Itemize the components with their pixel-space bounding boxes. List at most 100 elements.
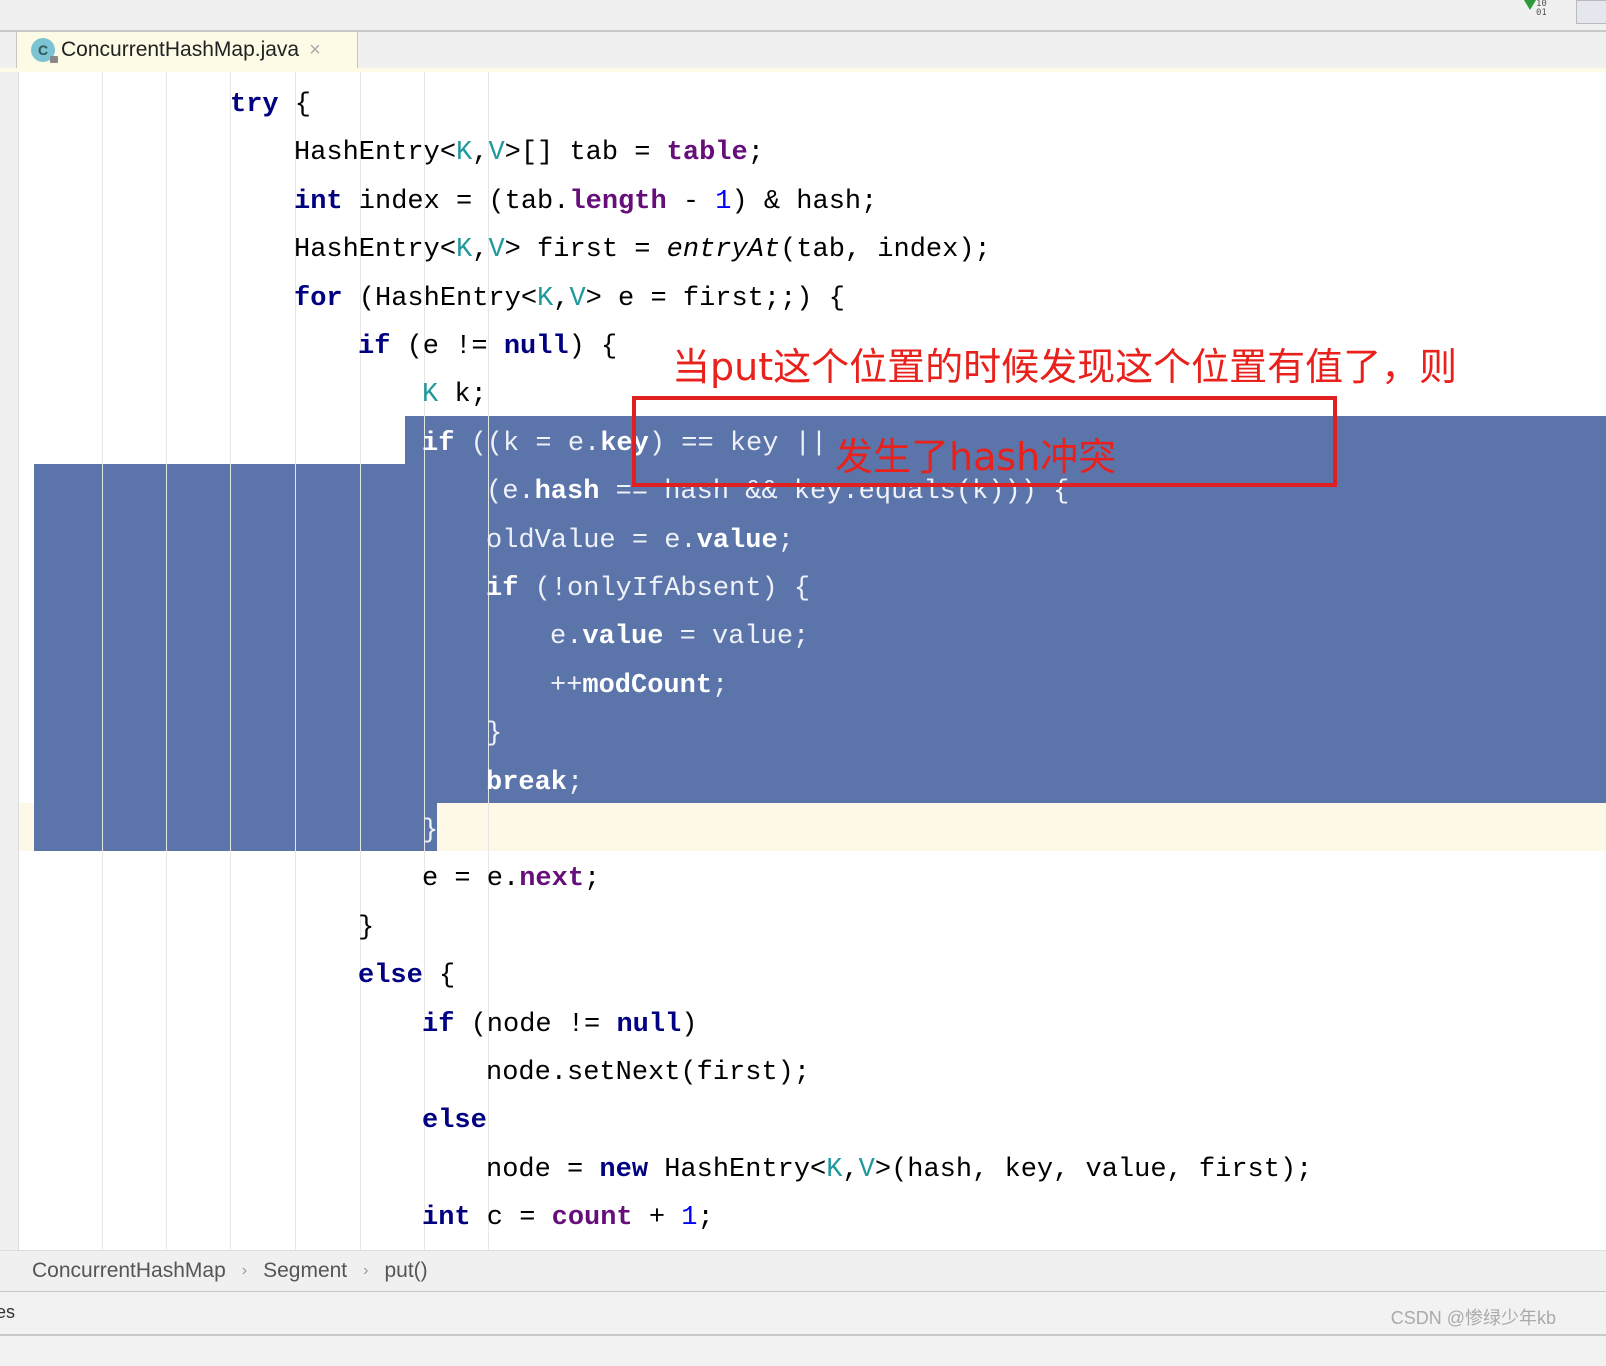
- vcs-digits-bottom: 01: [1536, 8, 1547, 18]
- code-line: ++modCount;: [550, 662, 728, 710]
- code-token: (!onlyIfAbsent) {: [518, 574, 811, 604]
- code-token: }: [358, 912, 375, 943]
- code-line: }: [422, 807, 438, 855]
- code-token: next: [519, 864, 585, 895]
- top-toolbar: 10 01: [0, 0, 1606, 32]
- code-token: index = (tab.: [342, 186, 570, 217]
- code-token: 1: [681, 1203, 698, 1234]
- breadcrumb-method[interactable]: put(): [384, 1259, 427, 1283]
- code-token: ) {: [568, 332, 618, 362]
- code-token: count: [551, 1203, 633, 1234]
- code-token: if: [486, 574, 519, 604]
- code-token: node =: [486, 1154, 600, 1185]
- toolbar-button[interactable]: [1576, 0, 1606, 24]
- code-token: length: [569, 186, 667, 217]
- lock-icon: [50, 56, 58, 63]
- code-line: e.value = value;: [550, 613, 809, 661]
- code-token: ;: [712, 670, 729, 701]
- code-token: k;: [438, 380, 487, 411]
- indent-guide: [166, 72, 167, 1250]
- code-token: (node !=: [454, 1009, 617, 1040]
- code-editor[interactable]: try {HashEntry<K,V>[] tab = table; int in…: [0, 72, 1606, 1250]
- code-token: +: [632, 1203, 682, 1234]
- code-token: (e !=: [390, 332, 504, 362]
- code-line: K k;: [422, 371, 487, 419]
- code-token: K: [456, 138, 473, 169]
- code-line: node.setNext(first);: [486, 1049, 810, 1097]
- code-token: node.setNext(first);: [486, 1058, 811, 1088]
- code-token: (e.: [486, 477, 535, 508]
- code-token: ((k = e.: [454, 428, 601, 459]
- code-token: ;: [567, 767, 584, 798]
- tab-concurrenthashmap-java[interactable]: C ConcurrentHashMap.java ×: [16, 32, 358, 68]
- code-line: oldValue = e.value;: [486, 517, 794, 565]
- code-token: >[] tab =: [504, 138, 667, 169]
- code-token: K: [456, 235, 473, 266]
- breadcrumb-segment[interactable]: Segment: [263, 1259, 347, 1283]
- watermark: CSDN @惨绿少年kb: [1390, 1308, 1556, 1328]
- code-line: break;: [486, 759, 583, 807]
- code-token: K: [422, 380, 439, 411]
- code-token: if: [422, 1009, 455, 1040]
- code-token: modCount: [582, 670, 713, 701]
- code-token: ,: [472, 235, 489, 266]
- code-token: else: [422, 1106, 487, 1137]
- code-token: int: [294, 186, 343, 217]
- code-line: else: [422, 1097, 487, 1145]
- code-line: int index = (tab.length - 1) & hash;: [294, 178, 877, 226]
- indent-guide: [102, 72, 103, 1250]
- code-token: hash: [534, 477, 600, 508]
- code-token: if: [422, 428, 455, 459]
- code-line: node = new HashEntry<K,V>(hash, key, val…: [486, 1146, 1312, 1194]
- code-token: new: [599, 1154, 649, 1185]
- code-token: (HashEntry<: [342, 283, 538, 314]
- java-class-icon: C: [31, 38, 58, 63]
- code-token: break: [486, 767, 568, 798]
- code-line: int c = count + 1;: [422, 1194, 714, 1242]
- code-token: ;: [747, 138, 764, 169]
- code-token: ;: [697, 1203, 714, 1234]
- vcs-update-icon[interactable]: 10 01: [1524, 0, 1547, 18]
- code-token: 1: [715, 186, 732, 217]
- code-token: K: [826, 1154, 843, 1185]
- editor-tab-bar: C ConcurrentHashMap.java ×: [0, 32, 1606, 70]
- gutter: [0, 72, 19, 1250]
- code-token: entryAt: [666, 235, 781, 266]
- code-token: HashEntry<: [294, 235, 457, 266]
- status-left-fragment[interactable]: es: [0, 1302, 15, 1323]
- code-token: V: [569, 283, 586, 314]
- chevron-right-icon: ›: [363, 1262, 369, 1279]
- code-token: {: [278, 90, 312, 120]
- code-token: (tab, index);: [780, 235, 991, 266]
- code-line: try {: [230, 81, 311, 129]
- code-line: if (node != null): [422, 1001, 697, 1049]
- code-token: ,: [553, 283, 570, 314]
- code-token: K: [537, 283, 554, 314]
- breadcrumb-class[interactable]: ConcurrentHashMap: [32, 1259, 226, 1283]
- code-line: for (HashEntry<K,V> e = first;;) {: [294, 275, 845, 323]
- code-token: V: [488, 235, 505, 266]
- code-token: }: [422, 816, 439, 846]
- code-token: e.: [550, 622, 583, 653]
- close-icon[interactable]: ×: [309, 39, 321, 62]
- code-token: ,: [472, 138, 489, 169]
- code-line: e = e.next;: [422, 855, 600, 903]
- code-token: oldValue = e.: [486, 525, 697, 556]
- code-token: > e = first;;) {: [585, 283, 845, 314]
- code-token: -: [666, 186, 716, 217]
- code-token: else: [358, 961, 423, 992]
- code-token: HashEntry<: [294, 138, 457, 169]
- code-token: value: [696, 525, 778, 556]
- code-token: {: [422, 961, 456, 992]
- indent-guide: [230, 72, 231, 1250]
- breadcrumb: ConcurrentHashMap › Segment › put(): [0, 1250, 1606, 1293]
- code-token: ,: [842, 1154, 859, 1185]
- code-line: HashEntry<K,V> first = entryAt(tab, inde…: [294, 226, 991, 274]
- code-token: ): [681, 1009, 698, 1040]
- code-token: int: [422, 1203, 471, 1234]
- code-token: HashEntry<: [648, 1154, 827, 1185]
- code-line: HashEntry<K,V>[] tab = table;: [294, 129, 764, 177]
- code-token: e = e.: [422, 864, 520, 895]
- selection-last-line: [34, 803, 437, 851]
- code-token: >(hash, key, value, first);: [874, 1154, 1313, 1185]
